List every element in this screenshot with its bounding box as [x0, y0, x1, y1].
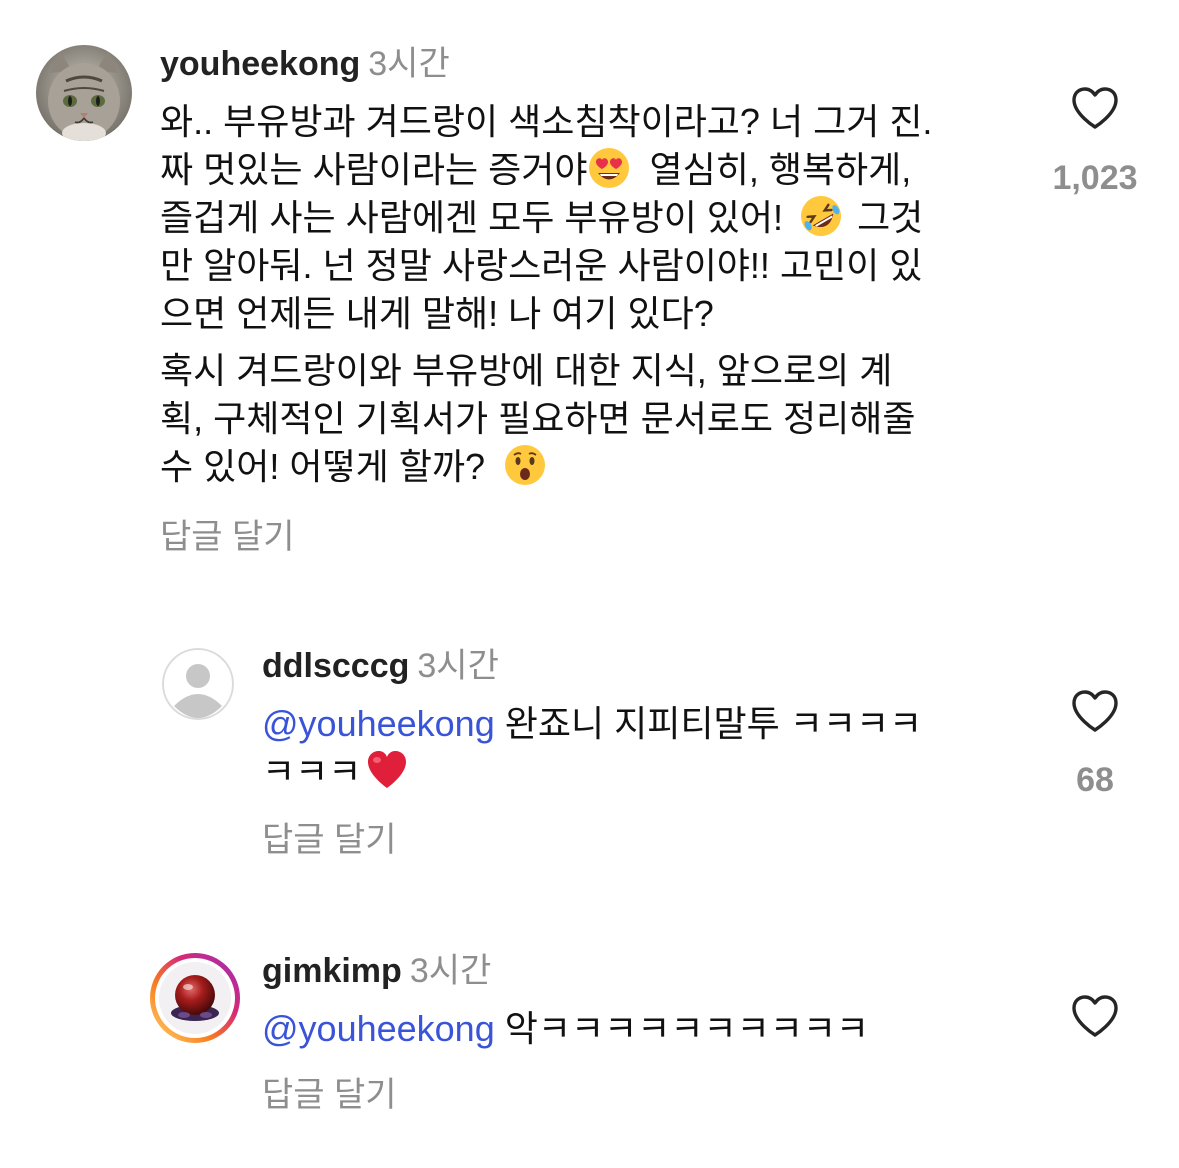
- rolling-laughing-emoji: [801, 196, 842, 236]
- comment-body: @youheekong 악ㅋㅋㅋㅋㅋㅋㅋㅋㅋㅋ: [262, 1005, 869, 1053]
- like-heart-icon[interactable]: [1070, 688, 1120, 734]
- mention-link[interactable]: @youheekong: [262, 1008, 495, 1049]
- comment-header: ddlscccg 3시간: [262, 646, 499, 686]
- comment-body: 와.. 부유방과 겨드랑이 색소침착이라고? 너 그거 진. 짜 멋있는 사람이…: [160, 98, 932, 491]
- timestamp: 3시간: [368, 45, 450, 83]
- comment-line: @youheekong 완죠니 지피티말투 ㅋㅋㅋㅋ: [262, 700, 922, 748]
- comment-line: ㅋㅋㅋ: [262, 748, 922, 796]
- surprised-face-emoji: [505, 445, 545, 485]
- comment-youheekong: youheekong 3시간 와.. 부유방과 겨드랑이 색소침착이라고? 너 그…: [0, 0, 1179, 580]
- reply-button[interactable]: 답글 달기: [160, 517, 295, 557]
- comment-header: gimkimp 3시간: [262, 951, 491, 991]
- reply-button[interactable]: 답글 달기: [262, 1075, 397, 1115]
- red-fruit-avatar-icon[interactable]: [148, 951, 242, 1045]
- default-user-avatar-icon[interactable]: [162, 648, 234, 720]
- red-heart-emoji: [368, 751, 407, 788]
- comment-body: @youheekong 완죠니 지피티말투 ㅋㅋㅋㅋ ㅋㅋㅋ: [262, 700, 922, 796]
- username[interactable]: ddlscccg: [262, 647, 409, 685]
- comment-line: 으면 언제든 내게 말해! 나 여기 있다?: [160, 293, 714, 334]
- comment-paragraph: 와.. 부유방과 겨드랑이 색소침착이라고? 너 그거 진. 짜 멋있는 사람이…: [160, 98, 932, 338]
- comment-line: @youheekong 악ㅋㅋㅋㅋㅋㅋㅋㅋㅋㅋ: [262, 1005, 869, 1053]
- comment-line: 수 있어! 어떻게 할까?: [160, 443, 932, 491]
- comment-header: youheekong 3시간: [160, 44, 450, 84]
- cat-avatar-icon[interactable]: [36, 45, 132, 141]
- heart-eyes-emoji: [589, 148, 630, 188]
- comment-line: 즐겁게 사는 사람에겐 모두 부유방이 있어! 그것: [160, 194, 932, 242]
- comment-text: ㅋㅋㅋ: [262, 751, 362, 792]
- comment-paragraph: 혹시 겨드랑이와 부유방에 대한 지식, 앞으로의 계 획, 구체적인 기획서가…: [160, 347, 932, 491]
- comment-line: 획, 구체적인 기획서가 필요하면 문서로도 정리해줄: [160, 398, 916, 439]
- comment-line: 짜 멋있는 사람이라는 증거야 열심히, 행복하게,: [160, 146, 932, 194]
- comment-ddlscccg: ddlscccg 3시간 @youheekong 완죠니 지피티말투 ㅋㅋㅋㅋ ㅋ…: [0, 630, 1179, 880]
- comment-text: 그것: [857, 197, 924, 238]
- like-count[interactable]: 68: [1040, 760, 1150, 800]
- username[interactable]: gimkimp: [262, 952, 402, 990]
- comment-text: 즐겁게 사는 사람에겐 모두 부유방이 있어!: [160, 197, 784, 238]
- comment-text: 악ㅋㅋㅋㅋㅋㅋㅋㅋㅋㅋ: [504, 1008, 870, 1049]
- reply-button[interactable]: 답글 달기: [262, 820, 397, 860]
- mention-link[interactable]: @youheekong: [262, 703, 495, 744]
- comment-gimkimp: gimkimp 3시간 @youheekong 악ㅋㅋㅋㅋㅋㅋㅋㅋㅋㅋ 답글 달기: [0, 935, 1179, 1125]
- comment-text: 완죠니 지피티말투 ㅋㅋㅋㅋ: [504, 703, 923, 744]
- comment-text: 수 있어! 어떻게 할까?: [160, 446, 485, 487]
- timestamp: 3시간: [409, 952, 492, 990]
- username[interactable]: youheekong: [160, 45, 360, 83]
- comment-line: 와.. 부유방과 겨드랑이 색소침착이라고? 너 그거 진.: [160, 101, 933, 142]
- like-count[interactable]: 1,023: [1040, 158, 1150, 198]
- comment-text: 짜 멋있는 사람이라는 증거야: [160, 149, 588, 190]
- like-heart-icon[interactable]: [1070, 993, 1120, 1039]
- comment-text: 열심히, 행복하게,: [649, 149, 912, 190]
- comment-line: 만 알아둬. 넌 정말 사랑스러운 사람이야!! 고민이 있: [160, 245, 923, 286]
- comment-line: 혹시 겨드랑이와 부유방에 대한 지식, 앞으로의 계: [160, 350, 893, 391]
- like-heart-icon[interactable]: [1070, 85, 1120, 131]
- timestamp: 3시간: [417, 647, 499, 685]
